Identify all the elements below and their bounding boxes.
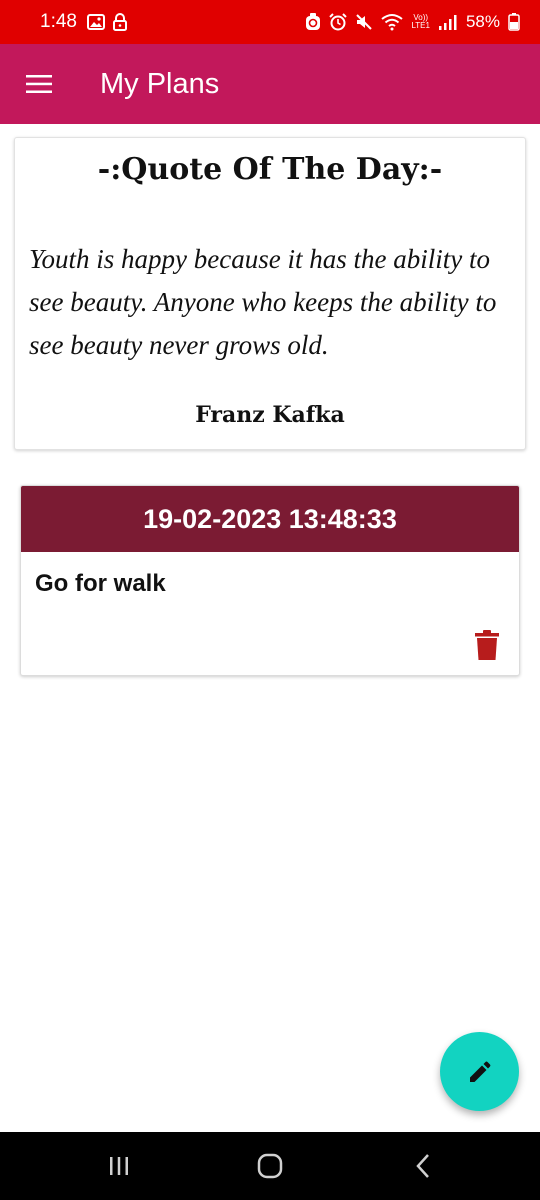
gallery-icon bbox=[86, 14, 105, 30]
quote-author: Franz Kafka bbox=[195, 402, 345, 428]
network-label-bottom: LTE1 bbox=[411, 21, 430, 30]
plan-card[interactable]: 19-02-2023 13:48:33 Go for walk bbox=[20, 485, 520, 676]
trash-icon bbox=[475, 630, 499, 660]
sync-icon bbox=[305, 13, 321, 31]
signal-icon bbox=[438, 14, 458, 30]
home-icon bbox=[257, 1153, 283, 1179]
recent-apps-button[interactable] bbox=[99, 1146, 139, 1186]
status-bar: 1:48 Vo)) LTE1 58% bbox=[0, 0, 540, 44]
back-button[interactable] bbox=[403, 1146, 443, 1186]
home-button[interactable] bbox=[250, 1146, 290, 1186]
battery-icon bbox=[508, 13, 520, 31]
system-nav-bar bbox=[0, 1132, 540, 1200]
plan-datetime: 19-02-2023 13:48:33 bbox=[21, 486, 519, 552]
lock-icon bbox=[112, 13, 127, 31]
pencil-icon bbox=[469, 1061, 490, 1082]
menu-button[interactable] bbox=[24, 69, 54, 99]
app-bar: My Plans bbox=[0, 44, 540, 124]
alarm-icon bbox=[329, 13, 348, 31]
screen: 1:48 Vo)) LTE1 58% My Plans -:Quote Of T… bbox=[0, 0, 540, 1200]
hamburger-menu-icon bbox=[26, 75, 52, 93]
status-right-icons: Vo)) LTE1 58% bbox=[305, 12, 520, 32]
mute-icon bbox=[355, 13, 373, 31]
wifi-icon bbox=[381, 13, 404, 31]
quote-card: -:Quote Of The Day:- Youth is happy beca… bbox=[14, 137, 526, 450]
quote-heading: -:Quote Of The Day:- bbox=[97, 152, 443, 187]
page-title: My Plans bbox=[100, 67, 220, 100]
status-left-icons bbox=[86, 13, 127, 31]
delete-plan-button[interactable] bbox=[475, 630, 499, 660]
recent-apps-icon bbox=[110, 1157, 128, 1175]
quote-text: Youth is happy because it has the abilit… bbox=[29, 244, 497, 360]
battery-percent: 58% bbox=[465, 12, 500, 31]
plan-text: Go for walk bbox=[35, 570, 166, 597]
status-time: 1:48 bbox=[40, 11, 77, 32]
back-icon bbox=[416, 1154, 429, 1178]
network-label: Vo)) LTE1 bbox=[411, 14, 430, 30]
edit-fab-button[interactable] bbox=[440, 1032, 519, 1111]
